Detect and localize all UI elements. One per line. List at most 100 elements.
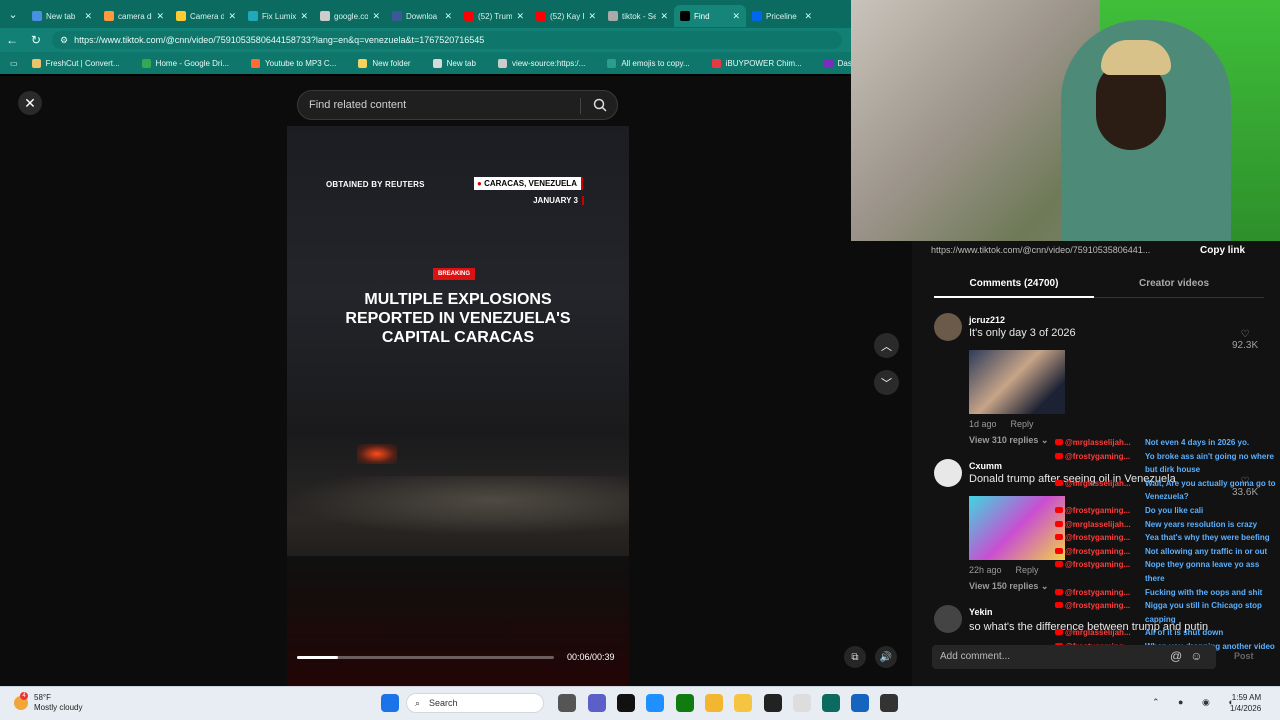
browser-tab[interactable]: camera di ✕ <box>98 5 170 27</box>
video-player[interactable]: OBTAINED BY REUTERS ● CARACAS, VENEZUELA… <box>287 126 629 686</box>
close-icon: ✕ <box>24 94 36 111</box>
browser-tab[interactable]: New tab ✕ <box>26 5 98 27</box>
calculator-icon[interactable] <box>851 694 869 712</box>
chat-username: @frostygaming... <box>1055 599 1145 626</box>
tab-close-icon[interactable]: ✕ <box>84 11 92 22</box>
tab-close-icon[interactable]: ✕ <box>804 11 812 22</box>
bookmark-item[interactable]: Youtube to MP3 C... <box>251 58 336 68</box>
browser-tab[interactable]: Priceline ✕ <box>746 5 818 27</box>
bookmark-item[interactable]: iBUYPOWER Chim... <box>711 58 802 68</box>
bookmark-item[interactable]: New tab <box>432 58 476 68</box>
url-input[interactable]: ⚙ https://www.tiktok.com/@cnn/video/7591… <box>52 31 842 49</box>
tab-close-icon[interactable]: ✕ <box>516 11 524 22</box>
bookmarks-menu-icon[interactable]: ▭ <box>10 59 18 68</box>
volume-button[interactable]: 🔊 <box>875 646 897 668</box>
view-replies-button[interactable]: View 310 replies ⌄ <box>969 435 1048 446</box>
weather-widget[interactable]: 4 58°F Mostly cloudy <box>14 692 82 713</box>
mention-icon[interactable]: @ <box>1170 649 1190 663</box>
tab-creator-videos[interactable]: Creator videos <box>1109 272 1239 289</box>
search-icon[interactable] <box>593 98 607 112</box>
avatar[interactable] <box>934 313 962 341</box>
chat-message: @frostygaming... Not allowing any traffic… <box>1055 545 1280 559</box>
browser-tab[interactable]: (52) Kay F ✕ <box>530 5 602 27</box>
comment-image[interactable] <box>969 496 1065 560</box>
browser-tab[interactable]: Find ✕ <box>674 5 746 27</box>
like-button[interactable]: ♡ 92.3K <box>1232 329 1258 351</box>
chat-text: Nope they gonna leave yo ass there <box>1145 560 1260 583</box>
tiktok-icon[interactable] <box>617 694 635 712</box>
video-source-label: OBTAINED BY REUTERS <box>326 180 425 189</box>
browser-tab[interactable]: tiktok - Se ✕ <box>602 5 674 27</box>
browser-tab[interactable]: google.co ✕ <box>314 5 386 27</box>
task-view-icon[interactable] <box>558 694 576 712</box>
next-video-button[interactable]: ﹀ <box>874 370 899 395</box>
weather-icon: 4 <box>14 692 28 710</box>
comment-image[interactable] <box>969 350 1065 414</box>
chat-text: Fucking with the oops and shit <box>1145 587 1263 597</box>
back-icon[interactable]: ← <box>0 28 24 52</box>
taskbar-clock[interactable]: 1:59 AM 1/4/2026 <box>1230 692 1261 714</box>
bookmark-item[interactable]: All emojis to copy... <box>607 58 690 68</box>
bookmark-item[interactable]: view-source:https:/... <box>497 58 585 68</box>
avatar[interactable] <box>934 605 962 633</box>
site-info-icon[interactable]: ⚙ <box>60 35 68 46</box>
tab-close-icon[interactable]: ✕ <box>228 11 236 22</box>
previous-video-button[interactable]: ︿ <box>874 333 899 358</box>
comment-username[interactable]: jcruz212 <box>969 315 1005 325</box>
teams-icon[interactable] <box>588 694 606 712</box>
browser-tab[interactable]: Camera di ✕ <box>170 5 242 27</box>
search-input[interactable]: Find related content <box>297 90 618 120</box>
tab-close-icon[interactable]: ✕ <box>660 11 668 22</box>
obs-icon[interactable] <box>880 694 898 712</box>
browser-tab[interactable]: Fix Lumix ✕ <box>242 5 314 27</box>
tab-close-icon[interactable]: ✕ <box>732 11 740 22</box>
tab-search-icon[interactable]: ⌄ <box>0 0 26 28</box>
reload-icon[interactable]: ↻ <box>24 28 48 52</box>
comment-username[interactable]: Cxumm <box>969 461 1002 471</box>
chat-username-text: @mrglasselijah... <box>1065 438 1131 447</box>
xbox-icon[interactable] <box>676 694 694 712</box>
post-button[interactable]: Post <box>1234 651 1254 661</box>
browser-tab[interactable]: Downloa ✕ <box>386 5 458 27</box>
tab-close-icon[interactable]: ✕ <box>444 11 452 22</box>
tab-comments[interactable]: Comments (24700) <box>934 272 1094 298</box>
tab-close-icon[interactable]: ✕ <box>372 11 380 22</box>
bookmark-item[interactable]: FreshCut | Convert... <box>31 58 120 68</box>
system-tray[interactable]: ⌃ ● ◉ ◐ <box>1152 697 1242 708</box>
bookmark-item[interactable]: New folder <box>358 58 411 68</box>
reply-button[interactable]: Reply <box>1011 419 1034 429</box>
reply-button[interactable]: Reply <box>1016 565 1039 575</box>
tab-close-icon[interactable]: ✕ <box>588 11 596 22</box>
chrome-icon[interactable] <box>705 694 723 712</box>
file-explorer-icon[interactable] <box>734 694 752 712</box>
tab-close-icon[interactable]: ✕ <box>156 11 164 22</box>
notepad-icon[interactable] <box>793 694 811 712</box>
tab-close-icon[interactable]: ✕ <box>300 11 308 22</box>
chat-username: @frostygaming... <box>1055 558 1145 585</box>
video-progress-bar[interactable] <box>297 656 554 659</box>
search-icon: ⌕ <box>415 697 421 708</box>
view-replies-button[interactable]: View 150 replies ⌄ <box>969 581 1048 592</box>
bookmark-label: All emojis to copy... <box>621 58 690 68</box>
start-icon[interactable] <box>381 694 399 712</box>
browser-icon[interactable] <box>822 694 840 712</box>
close-button[interactable]: ✕ <box>18 91 42 115</box>
location-label: ● CARACAS, VENEZUELA <box>474 177 583 190</box>
taskbar-search[interactable]: ⌕ Search <box>406 693 544 713</box>
miniplayer-button[interactable]: ⧉ <box>844 646 866 668</box>
chat-message: @frostygaming... Yea that's why they were… <box>1055 531 1280 545</box>
comment-username[interactable]: Yekin <box>969 607 993 617</box>
tab-favicon-icon <box>752 11 762 21</box>
edge-icon[interactable] <box>646 694 664 712</box>
chat-username: @mrglasselijah... <box>1055 626 1145 640</box>
emoji-icon[interactable]: ☺ <box>1190 649 1210 663</box>
avatar[interactable] <box>934 459 962 487</box>
chat-text: All of it is shut down <box>1145 628 1224 638</box>
tab-title: Priceline <box>766 11 797 21</box>
chat-username: @frostygaming... <box>1055 531 1145 545</box>
app-icon[interactable] <box>764 694 782 712</box>
copy-link-button[interactable]: Copy link <box>1200 245 1245 256</box>
bookmark-item[interactable]: Home - Google Dri... <box>141 58 229 68</box>
browser-tab[interactable]: (52) Trum ✕ <box>458 5 530 27</box>
chat-username-text: @frostygaming... <box>1065 546 1131 556</box>
